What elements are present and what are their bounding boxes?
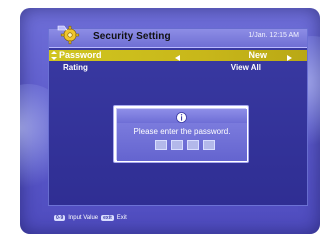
tv-screen: Security Setting 1/Jan. 12:15 AM Passwor… [20, 8, 320, 234]
datetime-label: 1/Jan. 12:15 AM [248, 32, 299, 39]
password-prompt: Please enter the password. [133, 127, 231, 136]
setting-label: Rating [63, 63, 88, 72]
info-icon [176, 110, 187, 123]
dialog-title-bar [117, 109, 247, 123]
password-digit-4[interactable] [203, 140, 215, 150]
panel-header: Security Setting 1/Jan. 12:15 AM [49, 25, 307, 48]
input-value-hint: Input Value [68, 215, 99, 221]
updown-arrow-icon [51, 51, 57, 60]
arrow-right-icon[interactable] [287, 53, 292, 61]
password-dialog: Please enter the password. [113, 105, 249, 163]
dialog-body: Please enter the password. [117, 123, 247, 161]
dialog-inner: Please enter the password. [116, 108, 247, 161]
tv-frame: Security Setting 1/Jan. 12:15 AM Passwor… [7, 0, 320, 244]
footer-hints: 0-9 Input Value exit Exit [54, 213, 127, 223]
password-digit-3[interactable] [187, 140, 199, 150]
exit-key-icon: exit [101, 215, 114, 221]
arrow-left-icon[interactable] [175, 53, 180, 61]
security-setting-panel: Security Setting 1/Jan. 12:15 AM Passwor… [48, 25, 308, 206]
setting-row-password[interactable]: Password New [49, 50, 307, 61]
password-input[interactable] [155, 140, 215, 150]
exit-hint: Exit [116, 215, 127, 221]
setting-row-rating[interactable]: Rating View All [49, 63, 307, 74]
setting-value: New [248, 50, 267, 60]
password-digit-2[interactable] [171, 140, 183, 150]
setting-value: View All [230, 63, 261, 72]
gear-icon [56, 23, 80, 45]
page-title: Security Setting [93, 31, 171, 42]
setting-label: Password [59, 50, 102, 60]
number-key-icon: 0-9 [54, 215, 66, 221]
password-digit-1[interactable] [155, 140, 167, 150]
